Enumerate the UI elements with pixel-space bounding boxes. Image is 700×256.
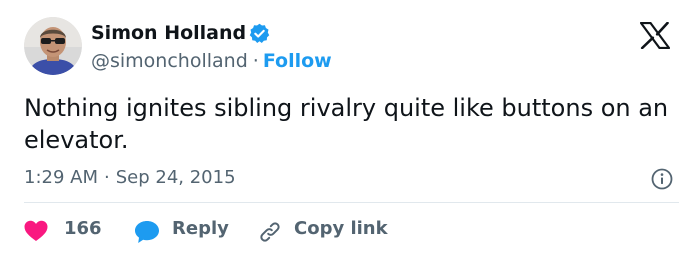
handle-line: @simoncholland · Follow xyxy=(91,48,332,74)
timestamp-separator: · xyxy=(104,167,110,188)
user-handle[interactable]: @simoncholland xyxy=(91,50,248,72)
heart-icon xyxy=(24,220,48,241)
reply-label: Reply xyxy=(172,218,229,239)
tweet-card: Simon Holland @simoncholland · Follow Noth… xyxy=(0,0,700,256)
tweet-timestamp[interactable]: 1:29 AM · Sep 24, 2015 xyxy=(24,166,236,190)
reply-button[interactable]: Reply xyxy=(134,214,234,246)
avatar[interactable] xyxy=(24,17,82,75)
verified-badge-icon xyxy=(249,23,270,44)
x-logo-icon[interactable] xyxy=(640,22,670,49)
tweet-date: Sep 24, 2015 xyxy=(115,167,236,188)
handle-separator: · xyxy=(252,50,259,72)
tweet-time: 1:29 AM xyxy=(24,167,98,188)
follow-button[interactable]: Follow xyxy=(263,50,332,72)
avatar-image xyxy=(24,17,82,75)
speech-bubble-icon xyxy=(135,221,159,243)
display-name[interactable]: Simon Holland xyxy=(91,20,246,46)
divider xyxy=(24,202,679,203)
tweet-text: Nothing ignites sibling rivalry quite li… xyxy=(24,94,669,154)
info-icon[interactable] xyxy=(651,168,673,190)
copy-link-button[interactable]: Copy link xyxy=(258,214,398,246)
link-icon xyxy=(260,222,280,242)
copy-link-label: Copy link xyxy=(294,218,388,239)
like-button[interactable]: 166 xyxy=(24,214,114,246)
like-count: 166 xyxy=(64,218,102,239)
